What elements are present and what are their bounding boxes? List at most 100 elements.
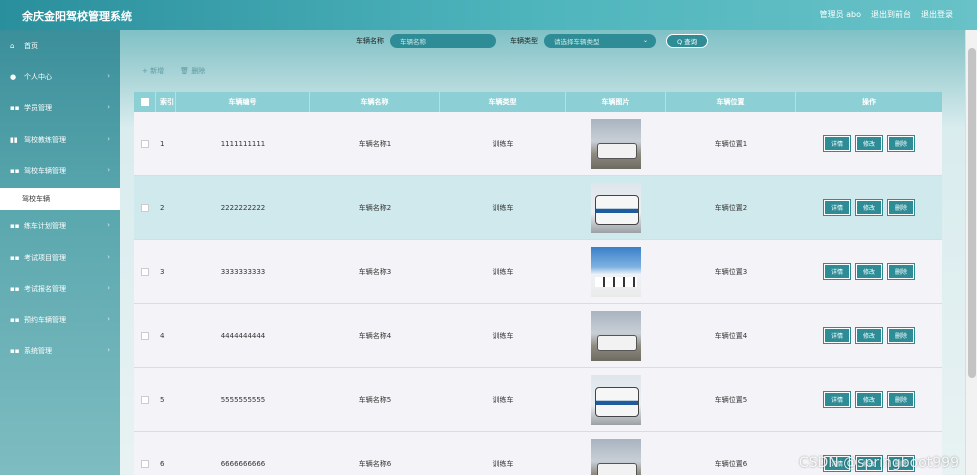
chevron-right-icon: › [107, 166, 110, 174]
table-row[interactable]: 4 4444444444 车辆名称4 训练车 车辆位置4 详情 修改 删除 [134, 304, 942, 368]
vehicle-table: 索引 车辆编号 车辆名称 车辆类型 车辆图片 车辆位置 操作 1 11111111… [134, 92, 942, 475]
cell-vehicle-type: 训练车 [492, 267, 514, 276]
cell-vehicle-image [566, 176, 666, 239]
chevron-right-icon: › [107, 72, 110, 80]
cell-vehicle-location: 车辆位置2 [714, 203, 748, 212]
back-to-front-link[interactable]: 退出到前台 [871, 9, 911, 20]
table-row[interactable]: 1 1111111111 车辆名称1 训练车 车辆位置1 详情 修改 删除 [134, 112, 942, 176]
search-button-wrap: Q 查询 [666, 34, 709, 48]
row-checkbox[interactable] [141, 459, 149, 468]
table-body: 1 1111111111 车辆名称1 训练车 车辆位置1 详情 修改 删除 2 222222222… [134, 112, 942, 475]
delete-button[interactable]: 🗑 删除 [180, 66, 205, 76]
grid-icon: ▪▪ [10, 254, 20, 262]
cell-vehicle-type: 训练车 [492, 331, 514, 340]
vehicle-photo[interactable] [591, 310, 641, 361]
detail-button[interactable]: 详情 [823, 136, 850, 151]
table-row[interactable]: 2 2222222222 车辆名称2 训练车 车辆位置2 详情 修改 删除 [134, 176, 942, 240]
cell-vehicle-type: 训练车 [492, 203, 514, 212]
search-name-label: 车辆名称 [356, 37, 384, 45]
sidebar-item-label: 首页 [24, 42, 38, 50]
header-vehicle-name: 车辆名称 [310, 92, 440, 112]
cell-vehicle-name: 车辆名称3 [358, 267, 392, 276]
sidebar-item-0[interactable]: ⌂ 首页 [0, 32, 120, 60]
home-icon: ⌂ [10, 42, 15, 50]
edit-button[interactable]: 修改 [855, 264, 882, 279]
cell-vehicle-location: 车辆位置5 [714, 395, 748, 404]
chevron-right-icon: › [107, 284, 110, 292]
vehicle-photo[interactable] [591, 182, 641, 233]
header-operations: 操作 [862, 98, 876, 106]
header-select-all [134, 92, 156, 112]
cell-vehicle-location: 车辆位置1 [714, 139, 748, 148]
vehicle-photo[interactable] [591, 118, 641, 169]
search-type-select[interactable]: 请选择车辆类型 ⌄ [544, 34, 656, 48]
toolbar: + 新增 🗑 删除 [142, 66, 205, 76]
sidebar-item-5[interactable]: ▪▪ 练车计划管理 › [0, 212, 120, 240]
row-delete-button[interactable]: 删除 [888, 136, 915, 151]
app-title: 余庆金阳驾校管理系统 [22, 10, 132, 23]
detail-button[interactable]: 详情 [823, 264, 850, 279]
sidebar-item-label: 个人中心 [24, 73, 52, 81]
sidebar-item-label: 学员管理 [24, 104, 52, 112]
sidebar: ⌂ 首页 ● 个人中心 › ▪▪ 学员管理 › ▮▮ 驾校教练管理 › ▪▪ 驾校车辆管理 › ▪▪ 练车计划… [0, 30, 120, 475]
row-delete-button[interactable]: 删除 [888, 328, 915, 343]
sidebar-item-label: 驾校教练管理 [24, 136, 66, 144]
search-name-input[interactable]: 车辆名称 [390, 34, 496, 48]
sidebar-item-6[interactable]: ▪▪ 考试项目管理 › [0, 244, 120, 272]
cell-vehicle-image [566, 112, 666, 175]
submenu-item-vehicles[interactable]: 驾校车辆 [0, 188, 120, 210]
sidebar-item-8[interactable]: ▪▪ 预约车辆管理 › [0, 306, 120, 334]
chevron-right-icon: › [107, 221, 110, 229]
header-vehicle-image: 车辆图片 [566, 92, 666, 112]
grid-icon: ▪▪ [10, 285, 20, 293]
cell-vehicle-image [566, 240, 666, 303]
edit-button[interactable]: 修改 [855, 328, 882, 343]
row-select-cell [134, 176, 156, 239]
table-row[interactable]: 3 3333333333 车辆名称3 训练车 车辆位置3 详情 修改 删除 [134, 240, 942, 304]
edit-button[interactable]: 修改 [855, 392, 882, 407]
select-all-checkbox[interactable] [140, 98, 149, 106]
sidebar-item-2[interactable]: ▪▪ 学员管理 › [0, 94, 120, 122]
row-checkbox[interactable] [141, 267, 149, 276]
detail-button[interactable]: 详情 [823, 392, 850, 407]
sidebar-item-9[interactable]: ▪▪ 系统管理 › [0, 337, 120, 365]
grid-icon: ▪▪ [10, 167, 20, 175]
row-checkbox[interactable] [141, 139, 149, 148]
scrollbar-thumb[interactable] [968, 48, 976, 378]
watermark: CSDN @springboot999 [798, 455, 959, 471]
bar-chart-icon: ▮▮ [10, 136, 18, 144]
row-delete-button[interactable]: 删除 [888, 392, 915, 407]
search-type-label: 车辆类型 [510, 37, 538, 45]
edit-button[interactable]: 修改 [855, 200, 882, 215]
chevron-down-icon: ⌄ [642, 37, 648, 44]
sidebar-item-7[interactable]: ▪▪ 考试报名管理 › [0, 275, 120, 303]
vehicle-photo[interactable] [591, 374, 641, 425]
search-button[interactable]: Q 查询 [666, 34, 709, 48]
add-button[interactable]: + 新增 [142, 66, 164, 76]
detail-button[interactable]: 详情 [823, 328, 850, 343]
logout-link[interactable]: 退出登录 [921, 9, 953, 20]
table-row[interactable]: 5 5555555555 车辆名称5 训练车 车辆位置5 详情 修改 删除 [134, 368, 942, 432]
header-vehicle-location: 车辆位置 [666, 92, 796, 112]
cell-vehicle-type: 训练车 [492, 139, 514, 148]
row-checkbox[interactable] [141, 331, 149, 340]
cell-vehicle-image [566, 368, 666, 431]
row-delete-button[interactable]: 删除 [888, 264, 915, 279]
detail-button[interactable]: 详情 [823, 200, 850, 215]
row-checkbox[interactable] [141, 395, 149, 404]
cell-index: 6 [160, 459, 165, 468]
page-scrollbar[interactable] [965, 30, 977, 475]
vehicle-photo[interactable] [591, 438, 641, 475]
sidebar-item-4[interactable]: ▪▪ 驾校车辆管理 › [0, 157, 120, 185]
cell-index: 4 [160, 331, 165, 340]
sidebar-item-3[interactable]: ▮▮ 驾校教练管理 › [0, 126, 120, 154]
vehicle-photo[interactable] [591, 246, 641, 297]
cell-vehicle-name: 车辆名称5 [358, 395, 392, 404]
cell-index: 5 [160, 395, 165, 404]
row-delete-button[interactable]: 删除 [888, 200, 915, 215]
row-checkbox[interactable] [141, 203, 149, 212]
cell-vehicle-no: 1111111111 [220, 139, 266, 148]
sidebar-item-1[interactable]: ● 个人中心 › [0, 63, 120, 91]
edit-button[interactable]: 修改 [855, 136, 882, 151]
sidebar-item-label: 考试报名管理 [24, 285, 66, 293]
